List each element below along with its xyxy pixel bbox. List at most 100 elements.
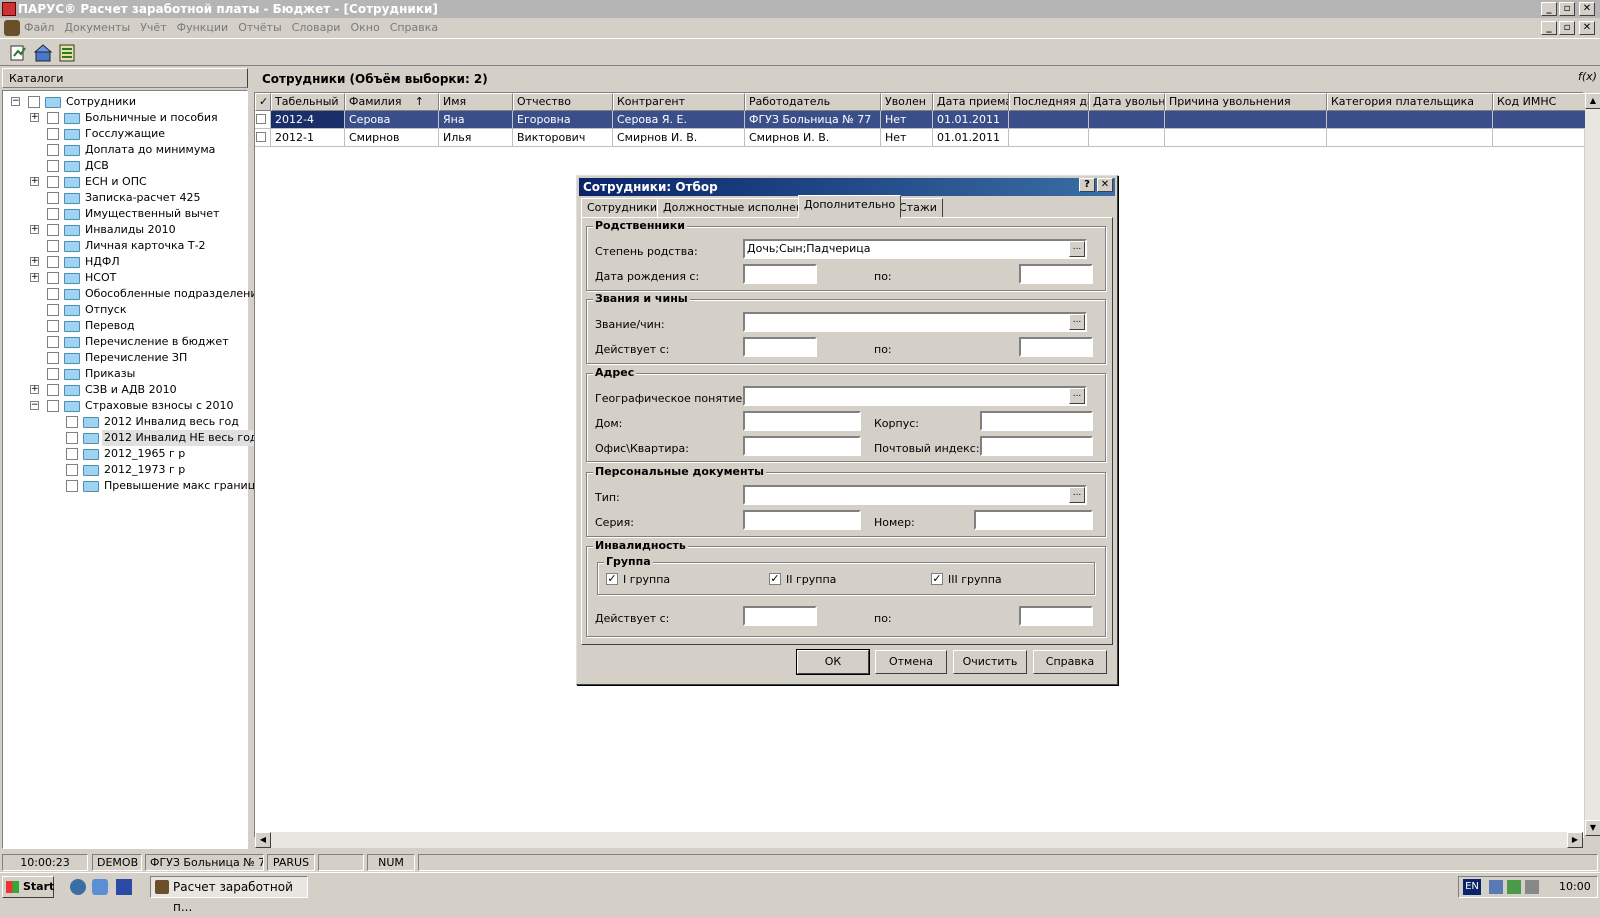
column-header[interactable]: Табельный (271, 93, 345, 111)
expand-icon[interactable]: + (30, 177, 39, 186)
doc-series-field[interactable] (743, 510, 861, 530)
tree-item-checkbox[interactable] (66, 480, 78, 492)
tree-item-checkbox[interactable] (47, 272, 59, 284)
save-icon[interactable] (116, 879, 132, 895)
table-cell[interactable]: 2012-1 (271, 129, 345, 147)
tab-employees[interactable]: Сотрудники (581, 198, 664, 218)
column-header[interactable]: Дата приема (933, 93, 1009, 111)
tree-item[interactable]: + НСОТ (3, 270, 247, 286)
geo-browse-button[interactable]: ... (1069, 388, 1085, 404)
column-header[interactable]: Фамилия ↑ (345, 93, 439, 111)
tree-item[interactable]: Приказы (3, 366, 247, 382)
clear-button[interactable]: Очистить (953, 650, 1027, 674)
language-indicator[interactable]: EN (1463, 879, 1481, 895)
zip-field[interactable] (980, 436, 1093, 456)
column-header[interactable]: Дата увольн (1089, 93, 1165, 111)
table-cell[interactable]: Нет (881, 129, 933, 147)
tree-item[interactable]: 2012 Инвалид НЕ весь год (3, 430, 260, 446)
tree-item-checkbox[interactable] (47, 256, 59, 268)
collapse-icon[interactable]: − (30, 401, 39, 410)
tree-item[interactable]: + ЕСН и ОПС (3, 174, 247, 190)
tree-item[interactable]: 2012_1965 г р (3, 446, 247, 462)
scroll-left-icon[interactable]: ◀ (255, 832, 271, 848)
tree-item-checkbox[interactable] (47, 400, 59, 412)
column-header-check[interactable]: ✓ (255, 93, 271, 111)
table-cell[interactable] (1327, 111, 1493, 129)
doc-type-field[interactable] (743, 485, 1087, 505)
tree-item-checkbox[interactable] (47, 208, 59, 220)
restore-icon[interactable]: ▫ (1559, 2, 1575, 16)
group1-checkbox[interactable]: ✓ (606, 573, 618, 585)
table-cell[interactable]: Смирнов И. В. (613, 129, 745, 147)
app-icon[interactable] (2, 2, 16, 16)
close-icon[interactable]: ✕ (1579, 2, 1595, 16)
vertical-scrollbar[interactable] (1585, 109, 1600, 820)
table-cell[interactable] (1493, 129, 1600, 147)
rank-field[interactable] (743, 312, 1087, 332)
network-icon[interactable] (1489, 880, 1503, 894)
menu-functions[interactable]: Функции (172, 18, 234, 38)
disability-valid-to-field[interactable] (1019, 606, 1093, 626)
table-cell[interactable]: 01.01.2011 (933, 111, 1009, 129)
tree-item-checkbox[interactable] (47, 224, 59, 236)
start-button[interactable]: Start (2, 876, 54, 898)
column-header[interactable]: Отчество (513, 93, 613, 111)
column-header[interactable]: Контрагент (613, 93, 745, 111)
tree-item-checkbox[interactable] (28, 96, 40, 108)
table-cell[interactable]: ФГУЗ Больница № 77 (745, 111, 881, 129)
collapse-icon[interactable]: − (11, 97, 20, 106)
tree-item[interactable]: Перечисление в бюджет (3, 334, 247, 350)
tree-item-checkbox[interactable] (47, 304, 59, 316)
building-field[interactable] (980, 411, 1093, 431)
expand-icon[interactable]: + (30, 273, 39, 282)
horizontal-scrollbar[interactable] (271, 832, 1567, 848)
doc-type-browse-button[interactable]: ... (1069, 487, 1085, 503)
tree-item-checkbox[interactable] (47, 160, 59, 172)
tree-item[interactable]: 2012_1973 г р (3, 462, 247, 478)
tree-item-checkbox[interactable] (47, 352, 59, 364)
house-field[interactable] (743, 411, 861, 431)
table-cell[interactable] (1009, 129, 1089, 147)
tree-item[interactable]: + Больничные и пособия (3, 110, 247, 126)
scroll-up-icon[interactable]: ▲ (1585, 93, 1600, 109)
relation-degree-browse-button[interactable]: ... (1069, 241, 1085, 257)
scroll-right-icon[interactable]: ▶ (1567, 832, 1583, 848)
catalog-tree[interactable]: − Сотрудники + Больничные и пособия Госслужа… (2, 90, 264, 849)
relation-degree-field[interactable]: Дочь;Сын;Падчерица (743, 239, 1087, 259)
tree-item[interactable]: Доплата до минимума (3, 142, 247, 158)
table-cell[interactable] (1009, 111, 1089, 129)
rank-valid-from-field[interactable] (743, 337, 817, 357)
monitor-icon[interactable] (1525, 880, 1539, 894)
tree-item[interactable]: − Страховые взносы с 2010 (3, 398, 247, 414)
tree-item[interactable]: + СЗВ и АДВ 2010 (3, 382, 247, 398)
table-cell[interactable]: Серова Я. Е. (613, 111, 745, 129)
tree-item-checkbox[interactable] (66, 464, 78, 476)
column-header[interactable]: Категория плательщика (1327, 93, 1493, 111)
toolbar-icon-3[interactable] (56, 42, 78, 64)
office-field[interactable] (743, 436, 861, 456)
tree-item-checkbox[interactable] (66, 448, 78, 460)
menu-help[interactable]: Справка (385, 18, 443, 38)
tree-item[interactable]: + НДФЛ (3, 254, 247, 270)
table-cell[interactable] (1165, 111, 1327, 129)
column-header[interactable]: Имя (439, 93, 513, 111)
cancel-button[interactable]: Отмена (875, 650, 947, 674)
table-cell[interactable] (1327, 129, 1493, 147)
tree-item[interactable]: Личная карточка Т-2 (3, 238, 247, 254)
expand-icon[interactable]: + (30, 113, 39, 122)
help-button[interactable]: Справка (1033, 650, 1107, 674)
table-cell[interactable] (1089, 129, 1165, 147)
ie-icon[interactable] (70, 879, 86, 895)
birth-date-from-field[interactable] (743, 264, 817, 284)
tree-item[interactable]: Отпуск (3, 302, 247, 318)
scroll-down-icon[interactable]: ▼ (1585, 820, 1600, 836)
table-cell[interactable]: Смирнов И. В. (745, 129, 881, 147)
toolbar-icon-1[interactable] (8, 42, 30, 64)
rank-browse-button[interactable]: ... (1069, 314, 1085, 330)
tree-item[interactable]: 2012 Инвалид весь год (3, 414, 247, 430)
table-cell[interactable]: Смирнов (345, 129, 439, 147)
column-header[interactable]: Уволен (881, 93, 933, 111)
ok-button[interactable]: ОК (796, 649, 870, 675)
column-header[interactable]: Работодатель (745, 93, 881, 111)
tree-item-checkbox[interactable] (66, 432, 78, 444)
